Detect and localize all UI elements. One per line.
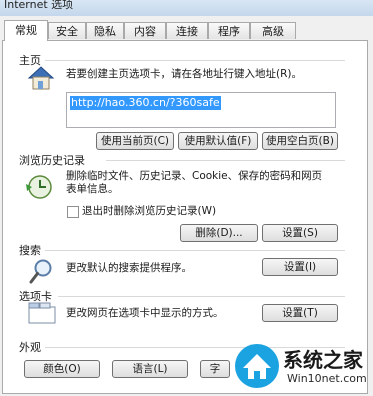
tab-security[interactable]: 安全 <box>48 22 86 39</box>
search-description: 更改默认的搜索提供程序。 <box>66 262 192 274</box>
tab-strip: 常规 安全 隐私 内容 连接 程序 高级 <box>4 20 364 41</box>
house-icon <box>27 66 55 90</box>
tabs-description: 更改网页在选项卡中显示的方式。 <box>66 307 224 319</box>
divider <box>106 160 345 161</box>
search-settings-button[interactable]: 设置(I) <box>262 258 338 276</box>
watermark: 系统之家 Win10net.com <box>203 336 373 396</box>
divider <box>45 250 345 251</box>
search-heading: 搜索 <box>19 244 41 257</box>
tab-advanced[interactable]: 高级 <box>250 22 296 39</box>
tabs-settings-button[interactable]: 设置(T) <box>262 304 338 322</box>
history-heading: 浏览历史记录 <box>19 154 85 167</box>
use-blank-button[interactable]: 使用空白页(B) <box>262 132 338 150</box>
title-bar: Internet 选项 <box>0 0 373 16</box>
use-current-button[interactable]: 使用当前页(C) <box>96 132 174 150</box>
languages-button[interactable]: 语言(L) <box>112 360 188 378</box>
history-clock-icon <box>26 175 52 199</box>
window-title: Internet 选项 <box>4 0 74 11</box>
history-description-line1: 删除临时文件、历史记录、Cookie、保存的密码和网页 <box>66 170 323 182</box>
use-default-button[interactable]: 使用默认值(F) <box>178 132 258 150</box>
history-settings-button[interactable]: 设置(S) <box>262 224 338 242</box>
appearance-heading: 外观 <box>19 341 41 354</box>
magnifier-icon <box>29 259 52 284</box>
homepage-url-value: http://hao.360.cn/?360safe <box>70 96 221 110</box>
brand-logo-icon <box>235 344 279 388</box>
tab-general[interactable]: 常规 <box>4 20 48 41</box>
tabs-icon <box>28 302 56 324</box>
homepage-instruction: 若要创建主页选项卡，请在各地址行键入地址(R)。 <box>66 68 302 80</box>
tab-content[interactable]: 内容 <box>124 22 166 39</box>
delete-history-button[interactable]: 删除(D)... <box>180 224 258 242</box>
divider <box>58 296 345 297</box>
delete-on-exit-label[interactable]: 退出时删除浏览历史记录(W) <box>82 205 216 218</box>
divider <box>45 60 345 61</box>
colors-button[interactable]: 颜色(O) <box>24 360 100 378</box>
history-description-line2: 表单信息。 <box>66 183 119 195</box>
tab-privacy[interactable]: 隐私 <box>86 22 124 39</box>
tab-connections[interactable]: 连接 <box>166 22 208 39</box>
homepage-url-input[interactable]: http://hao.360.cn/?360safe <box>66 92 336 128</box>
watermark-site: Win10net.com <box>287 372 367 385</box>
tab-programs[interactable]: 程序 <box>208 22 250 39</box>
delete-on-exit-checkbox[interactable] <box>67 206 79 218</box>
watermark-brand: 系统之家 <box>283 348 363 372</box>
